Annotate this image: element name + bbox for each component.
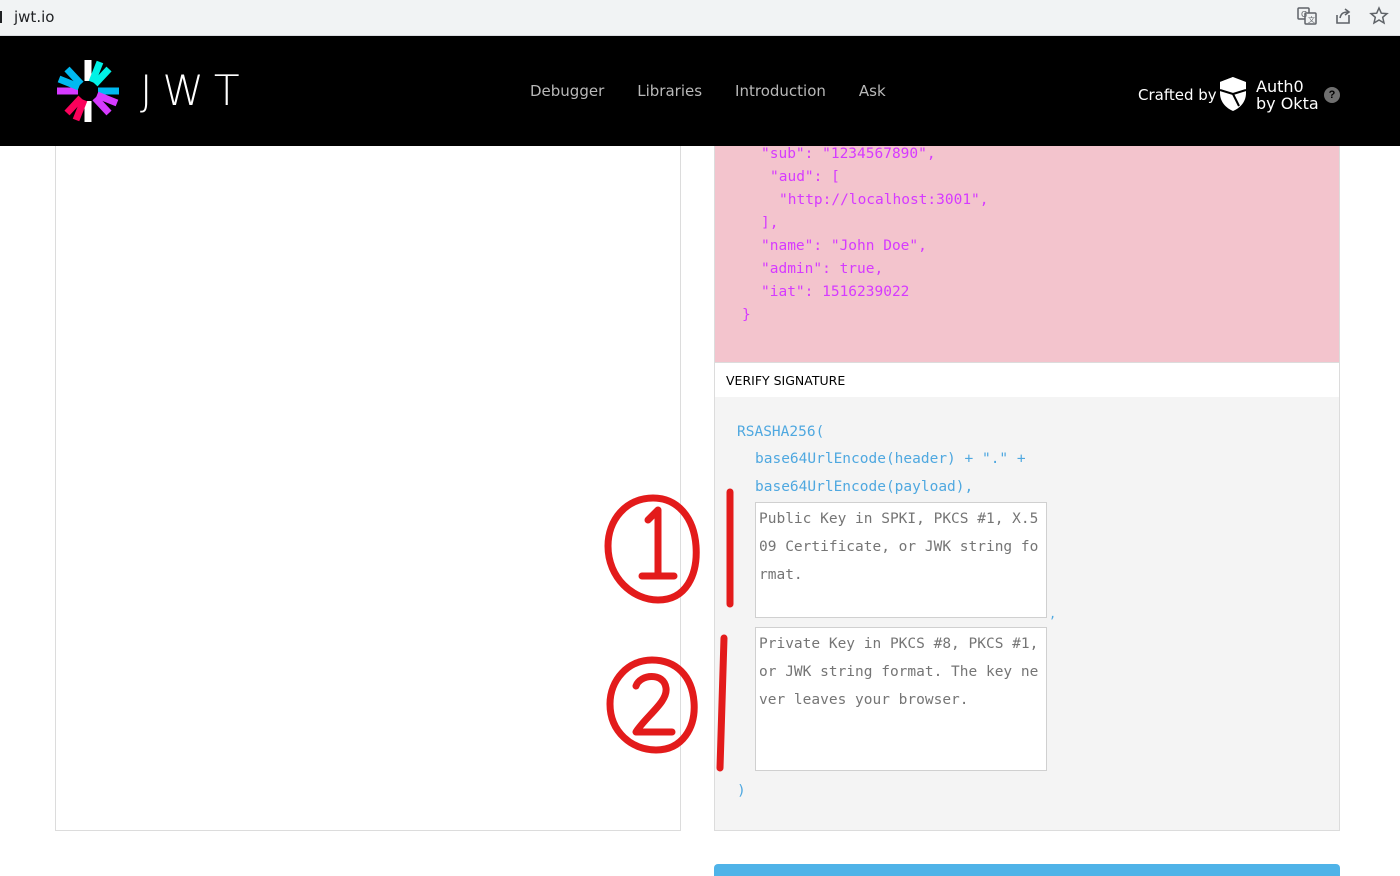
payload-line: ], (761, 215, 779, 231)
jwt-logo-icon[interactable] (55, 58, 121, 124)
verify-signature-panel: RSASHA256( base64UrlEncode(header) + "."… (714, 397, 1340, 831)
payload-line: "sub": "1234567890", (761, 146, 936, 162)
handwritten-annotation (604, 488, 734, 772)
share-icon[interactable] (1332, 6, 1354, 28)
payload-line: "name": "John Doe", (761, 238, 927, 254)
browser-address-bar: jwt.io G文 (0, 0, 1400, 36)
tab-edge (0, 11, 2, 23)
nav-debugger[interactable]: Debugger (530, 82, 604, 100)
signature-payload-expr: base64UrlEncode(payload), (755, 479, 974, 495)
logo-wordmark[interactable]: JWT (140, 66, 250, 115)
public-key-input[interactable] (755, 502, 1047, 618)
bookmark-star-icon[interactable] (1368, 6, 1390, 28)
browser-actions: G文 (1296, 6, 1390, 28)
auth0-shield-icon[interactable] (1218, 76, 1248, 112)
payload-line: "admin": true, (761, 261, 884, 277)
payload-line: "aud": [ (770, 169, 840, 185)
nav-libraries[interactable]: Libraries (637, 82, 702, 100)
payload-line: "http://localhost:3001", (779, 192, 989, 208)
signature-algorithm: RSASHA256( (737, 424, 825, 440)
auth0-brand-line2: by Okta (1256, 94, 1319, 113)
share-jwt-button[interactable] (714, 864, 1340, 876)
nav-ask[interactable]: Ask (859, 82, 886, 100)
signature-comma: , (1049, 607, 1057, 621)
verify-signature-title: VERIFY SIGNATURE (726, 373, 846, 388)
payload-line: "iat": 1516239022 (761, 284, 910, 300)
nav-introduction[interactable]: Introduction (735, 82, 826, 100)
svg-text:G: G (1301, 10, 1307, 19)
verify-signature-header: VERIFY SIGNATURE (714, 362, 1340, 398)
payload-data-panel[interactable]: "sub": "1234567890", "aud": [ "http://lo… (714, 146, 1340, 362)
crafted-by-label: Crafted by (1138, 86, 1217, 104)
auth0-brand[interactable]: Auth0 by Okta (1256, 78, 1319, 112)
translate-icon[interactable]: G文 (1296, 6, 1318, 28)
signature-close-paren: ) (737, 783, 746, 799)
main-nav: Debugger Libraries Introduction Ask (530, 82, 886, 100)
payload-line: } (742, 307, 751, 323)
help-icon[interactable]: ? (1324, 87, 1340, 103)
auth0-brand-line1: Auth0 (1256, 77, 1304, 96)
site-header: JWT Debugger Libraries Introduction Ask … (0, 36, 1400, 146)
address-url[interactable]: jwt.io (14, 8, 54, 26)
svg-text:文: 文 (1308, 15, 1315, 24)
encoded-token-panel[interactable] (55, 146, 681, 831)
signature-header-expr: base64UrlEncode(header) + "." + (755, 451, 1026, 467)
private-key-input[interactable] (755, 627, 1047, 771)
